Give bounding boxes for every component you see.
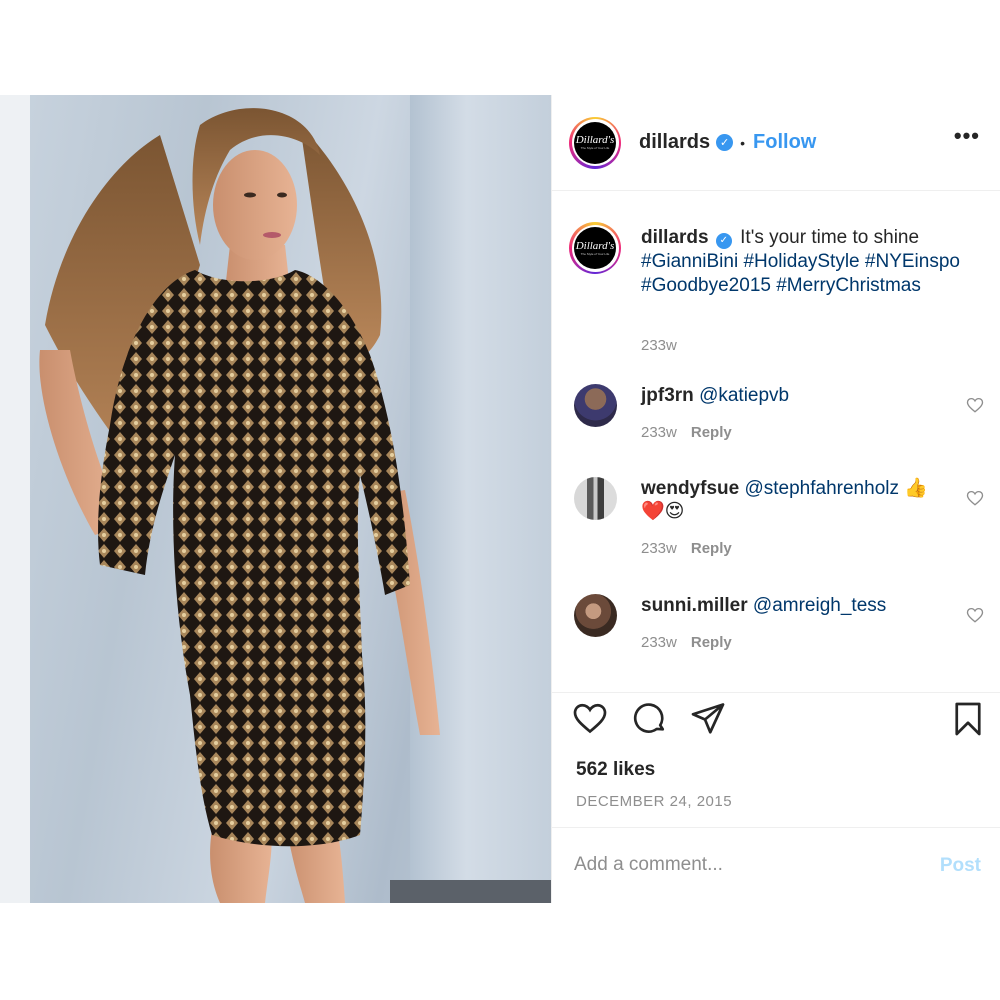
comment-username[interactable]: wendyfsue: [641, 478, 739, 499]
verified-badge-icon: ✓: [716, 134, 734, 151]
post-actions-bar: [572, 700, 987, 740]
add-comment-bar: Post: [552, 827, 1000, 903]
heart-icon[interactable]: [572, 700, 608, 736]
caption-username[interactable]: dillards: [641, 227, 709, 248]
comment-input[interactable]: [574, 850, 904, 880]
instagram-post: Dillard's The Style of Your Life dillard…: [0, 95, 1000, 903]
like-comment-heart-icon[interactable]: [966, 606, 984, 624]
like-comment-heart-icon[interactable]: [966, 396, 984, 414]
caption-text: dillards ✓ It's your time to shine #Gian…: [641, 226, 981, 298]
logo-tagline: The Style of Your Life: [580, 146, 610, 150]
account-username[interactable]: dillards: [639, 131, 710, 154]
commenter-avatar[interactable]: [574, 594, 617, 637]
separator-dot: •: [740, 134, 746, 151]
comments-section[interactable]: Dillard's The Style of Your Life dillard…: [552, 191, 1000, 693]
post-photo[interactable]: [0, 95, 551, 903]
commenter-avatar[interactable]: [574, 477, 617, 520]
post-side-panel: Dillard's The Style of Your Life dillard…: [551, 95, 1000, 903]
comment-timestamp[interactable]: 233w: [641, 634, 677, 651]
likes-count[interactable]: 562 likes: [576, 759, 655, 781]
account-avatar[interactable]: Dillard's The Style of Your Life: [569, 116, 621, 169]
dillards-logo: Dillard's The Style of Your Life: [574, 227, 616, 269]
share-icon[interactable]: [690, 700, 726, 736]
caption-timestamp[interactable]: 233w: [641, 337, 677, 354]
hashtag-link[interactable]: #MerryChristmas: [776, 275, 921, 296]
reply-button[interactable]: Reply: [691, 540, 732, 557]
commenter-avatar[interactable]: [574, 384, 617, 427]
hashtag-link[interactable]: #NYEinspo: [865, 251, 960, 272]
caption-body: It's your time to shine: [740, 227, 920, 248]
reply-button[interactable]: Reply: [691, 424, 732, 441]
comment-icon[interactable]: [632, 700, 668, 736]
like-comment-heart-icon[interactable]: [966, 489, 984, 507]
mention-link[interactable]: @amreigh_tess: [753, 595, 886, 616]
mention-link[interactable]: @katiepvb: [699, 385, 789, 406]
post-header: Dillard's The Style of Your Life dillard…: [552, 95, 1000, 191]
hashtag-link[interactable]: #Goodbye2015: [641, 275, 771, 296]
mention-link[interactable]: @stephfahrenholz: [744, 478, 899, 499]
model-illustration: [39, 108, 440, 903]
logo-text: Dillard's: [575, 239, 615, 252]
hashtag-link[interactable]: #HolidayStyle: [743, 251, 859, 272]
verified-badge-icon: ✓: [715, 233, 732, 249]
reply-button[interactable]: Reply: [691, 634, 732, 651]
logo-text: Dillard's: [575, 134, 615, 146]
logo-tagline: The Style of Your Life: [580, 251, 610, 256]
comment-username[interactable]: sunni.miller: [641, 595, 748, 616]
comment-timestamp[interactable]: 233w: [641, 540, 677, 557]
post-comment-button[interactable]: Post: [940, 855, 981, 877]
dillards-logo: Dillard's The Style of Your Life: [574, 121, 616, 164]
more-options-icon[interactable]: •••: [954, 125, 980, 147]
post-date: DECEMBER 24, 2015: [576, 793, 733, 810]
comment-timestamp[interactable]: 233w: [641, 424, 677, 441]
comment-username[interactable]: jpf3rn: [641, 385, 694, 406]
bookmark-icon[interactable]: [950, 700, 986, 738]
caption-avatar[interactable]: Dillard's The Style of Your Life: [569, 222, 621, 274]
hashtag-link[interactable]: #GianniBini: [641, 251, 738, 272]
follow-button[interactable]: Follow: [753, 131, 816, 154]
